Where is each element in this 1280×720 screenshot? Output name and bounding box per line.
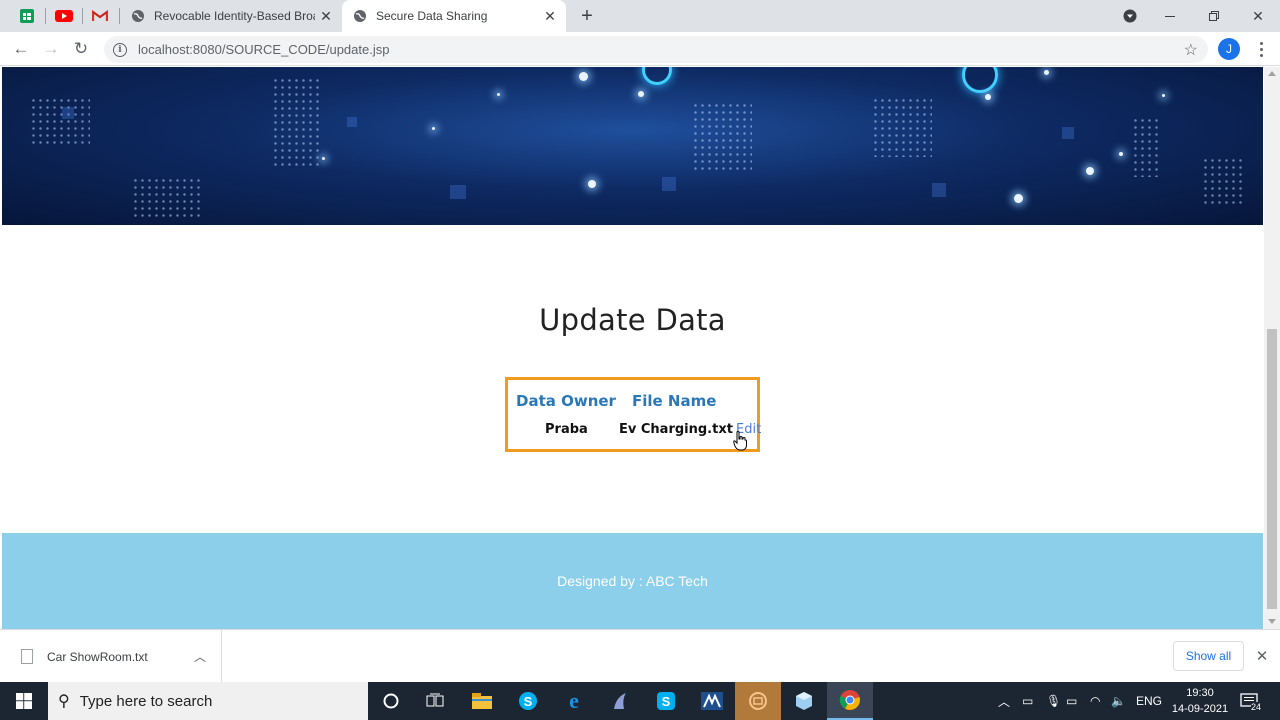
svg-text:S: S [662, 694, 671, 709]
file-icon [21, 649, 33, 664]
hand-cursor-icon [733, 431, 747, 451]
volume-icon[interactable]: 🔈 [1111, 682, 1126, 720]
scroll-up-arrow-icon[interactable] [1268, 71, 1276, 76]
analytics-app-icon[interactable] [689, 682, 735, 720]
page-viewport: Update Data Data Owner File Name Praba E… [0, 67, 1280, 629]
scroll-down-arrow-icon[interactable] [1268, 619, 1276, 624]
page-footer: Designed by : ABC Tech [2, 533, 1263, 629]
profile-avatar[interactable]: J [1218, 38, 1240, 60]
skype-business-icon[interactable]: S [643, 682, 689, 720]
download-file-name[interactable]: Car ShowRoom.txt [47, 650, 194, 664]
clock-time: 19:30 [1186, 687, 1214, 699]
language-indicator[interactable]: ENG [1136, 682, 1162, 720]
gmail-icon [92, 10, 108, 21]
search-icon: ⚲ [58, 693, 70, 710]
footer-text: Designed by : ABC Tech [557, 573, 708, 589]
address-bar[interactable]: i localhost:8080/SOURCE_CODE/update.jsp … [104, 36, 1208, 63]
restore-button[interactable] [1192, 0, 1236, 32]
tab-search-icon[interactable] [1108, 0, 1152, 32]
screen-recorder-icon[interactable] [735, 682, 781, 720]
page-title: Update Data [539, 303, 726, 337]
download-item[interactable]: Car ShowRoom.txt ︿ [0, 630, 222, 683]
microphone-icon[interactable]: 🎙 [1046, 682, 1061, 720]
show-all-button[interactable]: Show all [1173, 641, 1244, 671]
banner-image [2, 67, 1263, 225]
tab-revocable[interactable]: Revocable Identity-Based Broadc ✕ [120, 0, 342, 32]
scrollbar-thumb[interactable] [1267, 329, 1277, 609]
close-shelf-icon[interactable]: ✕ [1252, 646, 1272, 666]
back-icon[interactable]: ← [9, 37, 33, 61]
system-clock[interactable]: 19:30 14-09-2021 [1168, 685, 1232, 717]
windows-icon [16, 693, 32, 709]
reload-icon[interactable]: ↻ [69, 37, 93, 61]
tab-secure-data-sharing[interactable]: Secure Data Sharing ✕ [342, 0, 566, 32]
browser-toolbar: ← → ↻ i localhost:8080/SOURCE_CODE/updat… [0, 32, 1280, 66]
tab-title: Secure Data Sharing [376, 9, 488, 23]
search-placeholder: Type here to search [79, 692, 213, 710]
cell-file-name: Ev Charging.txt [619, 422, 733, 437]
battery-icon[interactable]: ▭ [1066, 682, 1077, 720]
minimize-button[interactable] [1148, 0, 1192, 32]
sheets-icon [20, 9, 34, 23]
column-header-data-owner: Data Owner [516, 392, 616, 410]
chrome-icon[interactable] [827, 682, 873, 720]
close-window-button[interactable]: ✕ [1236, 0, 1280, 32]
clock-date: 14-09-2021 [1171, 703, 1229, 715]
start-button[interactable] [0, 682, 48, 720]
cell-data-owner: Praba [545, 422, 588, 437]
info-icon[interactable]: i [113, 42, 127, 57]
globe-icon [354, 10, 366, 22]
forward-icon[interactable]: → [39, 37, 63, 61]
dolphin-app-icon[interactable] [597, 682, 643, 720]
svg-text:e: e [569, 691, 579, 711]
youtube-icon [55, 10, 73, 22]
wifi-icon[interactable]: ◠ [1090, 682, 1100, 720]
show-hidden-icons-icon[interactable]: ︿ [998, 682, 1010, 720]
taskbar-search-box[interactable]: ⚲ Type here to search [48, 682, 368, 720]
svg-text:S: S [524, 694, 533, 709]
edge-icon[interactable]: e [551, 682, 597, 720]
close-tab-icon[interactable]: ✕ [315, 5, 337, 27]
tab-title: Revocable Identity-Based Broadc [154, 9, 315, 23]
update-data-table: Data Owner File Name Praba Ev Charging.t… [505, 377, 761, 452]
column-header-file-name: File Name [632, 392, 717, 410]
bookmark-star-icon[interactable]: ☆ [1184, 40, 1198, 60]
chevron-up-icon[interactable]: ︿ [194, 648, 206, 665]
globe-icon [132, 10, 144, 22]
skype-icon[interactable]: S [505, 682, 551, 720]
pinned-tab-youtube[interactable] [46, 0, 82, 32]
windows-taskbar: ⚲ Type here to search S e S ︿ ▭ 🎙 ▭ ◠ 🔈 … [0, 682, 1280, 720]
close-tab-icon[interactable]: ✕ [539, 5, 561, 27]
3d-viewer-icon[interactable] [781, 682, 827, 720]
tab-strip: Revocable Identity-Based Broadc ✕ Secure… [0, 0, 1280, 32]
new-tab-button[interactable]: + [576, 4, 598, 28]
meet-now-icon[interactable]: ▭ [1022, 682, 1033, 720]
pinned-tab-sheets[interactable] [9, 0, 45, 32]
task-view-icon[interactable] [412, 682, 458, 720]
notifications-icon[interactable]: 24 [1240, 682, 1262, 720]
menu-icon[interactable] [1255, 38, 1267, 60]
download-shelf: Car ShowRoom.txt ︿ Show all ✕ [0, 629, 1280, 683]
url-text[interactable]: localhost:8080/SOURCE_CODE/update.jsp [138, 42, 389, 57]
vertical-scrollbar[interactable] [1264, 67, 1280, 629]
file-explorer-icon[interactable] [459, 682, 505, 720]
notification-count: 24 [1251, 702, 1262, 712]
pinned-tab-gmail[interactable] [82, 0, 118, 32]
cortana-icon[interactable] [368, 682, 414, 720]
